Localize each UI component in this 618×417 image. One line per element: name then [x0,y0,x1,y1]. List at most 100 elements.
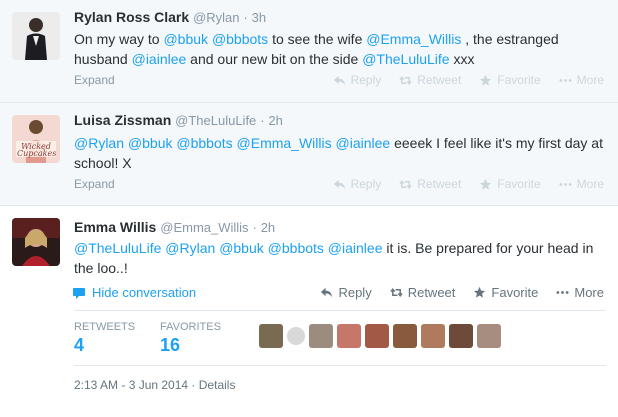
more-label: More [576,177,604,191]
hide-conversation-link[interactable]: Hide conversation [72,285,196,300]
mention-link[interactable]: @Rylan [165,240,215,256]
retweet-button[interactable]: Retweet [399,177,461,191]
display-name[interactable]: Emma Willis [74,219,156,235]
retweets-count[interactable]: 4 [74,335,84,356]
retweet-icon [390,288,403,297]
favorite-label: Favorite [497,177,541,191]
mention-link[interactable]: @TheLuluLife [362,51,449,67]
tweet-text: On my way to @bbuk @bbbots to see the wi… [74,29,606,69]
mention-link[interactable]: @iainlee [328,240,383,256]
separator-dot: · [260,113,265,128]
retweet-button[interactable]: Retweet [399,73,461,87]
more-dots-icon [559,78,572,82]
favorites-count[interactable]: 16 [160,335,180,356]
tweet-header: Luisa Zissman @TheLuluLife · 2h [74,112,283,128]
favoriter-avatar[interactable] [309,324,333,348]
tweet-header: Rylan Ross Clark @Rylan · 3h [74,9,266,25]
mention-link[interactable]: @bbuk [128,135,173,151]
details-link[interactable]: Details [199,378,236,392]
mention-link[interactable]: @Rylan [74,135,124,151]
favoriter-avatar[interactable] [259,324,283,348]
display-name[interactable]: Luisa Zissman [74,112,171,128]
tweet-actions: Reply Retweet Favorite More [333,73,604,87]
user-avatar-red-icon [12,218,60,266]
favoriter-avatar[interactable] [449,324,473,348]
favoriters-avatars [259,324,501,348]
star-icon [480,178,492,190]
expand-link[interactable]: Expand [74,177,115,191]
mention-link[interactable]: @bbbots [176,135,232,151]
divider [74,365,606,366]
divider [74,310,606,311]
tweet-time[interactable]: 2h [268,113,282,128]
reply-icon [333,75,345,85]
favoriter-avatar[interactable] [337,324,361,348]
separator-dot: · [252,220,257,235]
avatar[interactable] [12,218,60,266]
more-button[interactable]: More [559,73,604,87]
favorite-button[interactable]: Favorite [479,73,541,87]
mention-link[interactable]: @TheLuluLife [74,240,161,256]
favorite-button[interactable]: Favorite [473,285,538,300]
more-button[interactable]: More [559,177,604,191]
reply-label: Reply [350,177,382,191]
expand-link[interactable]: Expand [74,73,115,87]
user-handle[interactable]: @Emma_Willis [160,220,248,235]
favorites-label: FAVORITES [160,321,221,333]
mention-link[interactable]: @Emma_Willis [237,135,332,151]
favoriter-avatar[interactable] [287,327,305,345]
reply-icon [333,179,345,189]
star-icon [474,286,486,298]
retweet-label: Retweet [417,177,462,191]
tweet-header: Emma Willis @Emma_Willis · 2h [74,219,275,235]
mention-link[interactable]: @iainlee [336,135,391,151]
avatar[interactable]: Wicked Cupcakes [12,115,60,163]
favorite-button[interactable]: Favorite [479,177,541,191]
retweet-button[interactable]: Retweet [390,285,455,300]
reply-button[interactable]: Reply [320,285,372,300]
tweet-time[interactable]: 2h [261,220,275,235]
book-title: Wicked Cupcakes [17,142,57,158]
more-dots-icon [559,182,572,186]
more-dots-icon [556,291,569,294]
user-avatar-suit-icon [12,12,60,60]
separator-dot: · [191,378,196,392]
tweet-time[interactable]: 3h [252,10,266,25]
star-icon [480,74,492,86]
tweet-text-segment: xxx [449,51,475,67]
reply-icon [321,287,333,298]
favorite-label: Favorite [497,73,541,87]
mention-link[interactable]: @bbuk [163,31,208,47]
tweet-text: @Rylan @bbuk @bbbots @Emma_Willis @iainl… [74,133,606,173]
more-label: More [574,285,604,300]
full-timestamp[interactable]: 2:13 AM - 3 Jun 2014 [74,378,188,392]
favoriter-avatar[interactable] [477,324,501,348]
mention-link[interactable]: @bbbots [268,240,324,256]
tweet-actions: Reply Retweet Favorite More [333,177,604,191]
tweet-actions: Reply Retweet Favorite More [320,285,604,300]
favorite-label: Favorite [491,285,539,300]
retweet-label: Retweet [417,73,462,87]
mention-link[interactable]: @bbuk [219,240,264,256]
reply-label: Reply [338,285,372,300]
display-name[interactable]: Rylan Ross Clark [74,9,189,25]
favoriter-avatar[interactable] [421,324,445,348]
more-button[interactable]: More [556,285,604,300]
mention-link[interactable]: @bbbots [212,31,268,47]
mention-link[interactable]: @iainlee [132,51,187,67]
separator-dot: · [243,10,248,25]
tweet-text-segment: On my way to [74,31,164,47]
user-handle[interactable]: @Rylan [193,10,239,25]
more-label: More [576,73,604,87]
retweets-label: RETWEETS [74,321,136,333]
user-handle[interactable]: @TheLuluLife [175,113,256,128]
speech-bubble-icon [73,287,85,299]
tweet-timestamp-row: 2:13 AM - 3 Jun 2014 · Details [74,378,235,392]
reply-button[interactable]: Reply [333,177,382,191]
favoriter-avatar[interactable] [393,324,417,348]
favoriter-avatar[interactable] [365,324,389,348]
avatar[interactable] [12,12,60,60]
mention-link[interactable]: @Emma_Willis [366,31,461,47]
reply-button[interactable]: Reply [333,73,381,87]
hide-conversation-label: Hide conversation [92,285,197,300]
